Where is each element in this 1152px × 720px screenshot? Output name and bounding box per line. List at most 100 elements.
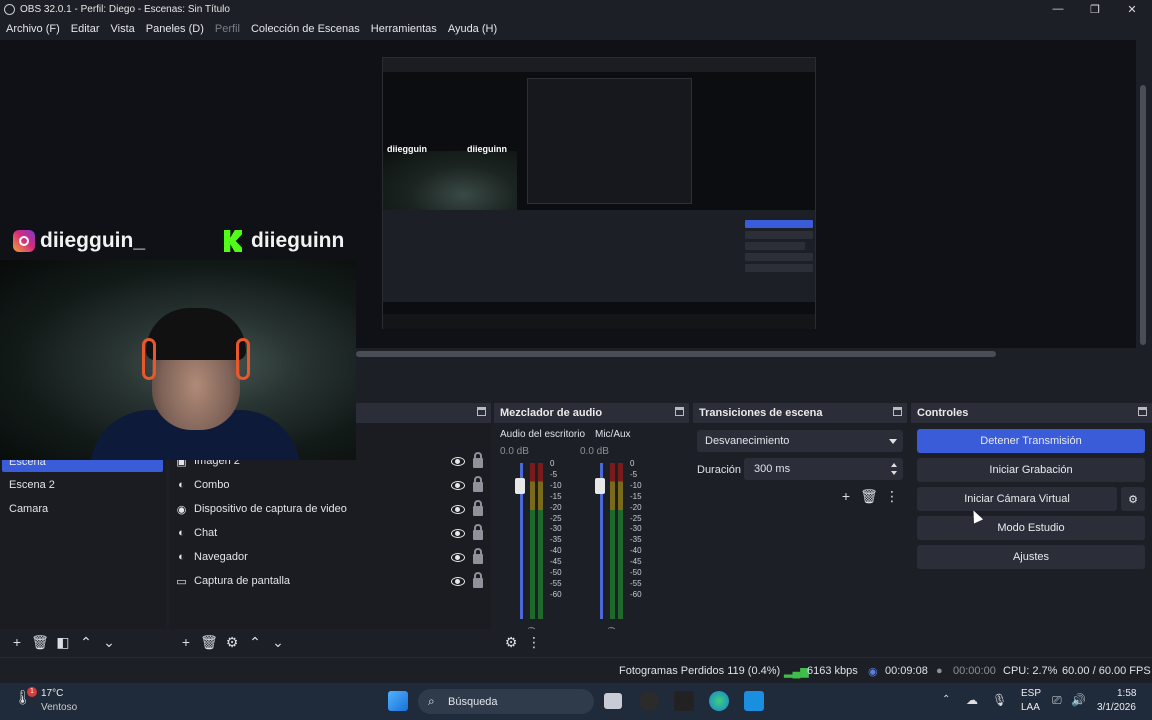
volume-slider-handle[interactable] — [595, 478, 605, 495]
lock-icon[interactable] — [473, 500, 483, 516]
start-virtual-camera-button[interactable]: Iniciar Cámara Virtual — [917, 487, 1117, 511]
add-scene-icon[interactable]: + — [6, 632, 28, 652]
duration-value: 300 ms — [754, 463, 791, 475]
menu-archivo[interactable]: Archivo (F) — [6, 23, 60, 35]
chevron-down-icon[interactable] — [891, 471, 897, 475]
source-item[interactable]: ◉ Dispositivo de captura de video — [175, 498, 487, 520]
mixer-channel-desktop: Audio del escritorio 0.0 dB 0 -5 -10 -15 -20… — [500, 423, 585, 641]
scene-item[interactable]: Escena 2 — [2, 475, 163, 495]
move-up-icon[interactable]: ⌃ — [75, 632, 97, 652]
filter-icon[interactable]: ◧ — [52, 632, 74, 652]
language-bottom[interactable]: LAA — [1021, 702, 1040, 713]
chevron-up-icon[interactable] — [891, 463, 897, 467]
add-transition-icon[interactable]: + — [835, 486, 857, 506]
more-options-icon[interactable]: ⋮ — [523, 632, 545, 652]
search-input[interactable]: ⌕ Búsqueda — [418, 689, 594, 714]
lock-icon[interactable] — [473, 476, 483, 492]
network-icon[interactable]: ⎚ — [1052, 693, 1062, 708]
window-title: OBS 32.0.1 - Perfil: Diego - Escenas: Si… — [20, 3, 230, 15]
duration-input[interactable]: 300 ms — [744, 458, 903, 480]
transitions-title: Transiciones de escena — [699, 407, 823, 419]
stop-stream-button[interactable]: Detener Transmisión — [917, 429, 1145, 453]
dock-icon[interactable] — [675, 407, 684, 416]
db-scale: 0 -5 -10 -15 -20 -25 -30 -35 -40 -45 -50 -55 -60 — [550, 459, 562, 599]
status-bar: Fotogramas Perdidos 119 (0.4%) ▂▄▆ 6163 … — [0, 657, 1152, 683]
visibility-icon[interactable] — [451, 576, 465, 586]
dropped-frames: Fotogramas Perdidos 119 (0.4%) — [619, 665, 781, 677]
clock-date[interactable]: 3/1/2026 — [1097, 702, 1136, 713]
mixer-header: Mezclador de audio — [494, 403, 689, 423]
source-label: Chat — [194, 527, 218, 539]
start-recording-button[interactable]: Iniciar Grabación — [917, 458, 1145, 482]
scroll-thumb[interactable] — [356, 351, 996, 357]
microphone-icon[interactable]: 🎙 — [992, 693, 1007, 707]
source-item[interactable]: ◐ Chat — [175, 522, 487, 544]
edge-icon[interactable] — [709, 691, 729, 711]
menu-ayuda[interactable]: Ayuda (H) — [448, 23, 497, 35]
capture-button-blue — [745, 220, 813, 228]
epic-games-icon[interactable] — [674, 691, 694, 711]
visibility-icon[interactable] — [451, 552, 465, 562]
maximize-button[interactable]: ❐ — [1080, 0, 1110, 18]
source-item[interactable]: ▭ Captura de pantalla — [175, 570, 487, 592]
minimize-button[interactable]: — — [1043, 0, 1073, 18]
move-down-icon[interactable]: ⌄ — [98, 632, 120, 652]
task-view-icon[interactable] — [604, 693, 622, 709]
onedrive-icon[interactable]: ☁ — [966, 693, 978, 707]
app-icon[interactable] — [744, 691, 764, 711]
remove-transition-icon[interactable]: 🗑 — [858, 486, 880, 506]
weather-temp[interactable]: 17°C — [41, 688, 63, 699]
windows-taskbar: 🌡 1 17°C Ventoso ⌕ Búsqueda ⌃ ☁ 🎙 ESP LA… — [0, 683, 1152, 720]
language-top[interactable]: ESP — [1021, 688, 1041, 699]
audio-mixer-panel: Mezclador de audio Audio del escritorio … — [494, 403, 689, 655]
lock-icon[interactable] — [473, 524, 483, 540]
chevron-up-icon[interactable]: ⌃ — [942, 694, 950, 705]
remove-scene-icon[interactable]: 🗑 — [29, 632, 51, 652]
controls-panel: Controles Detener Transmisión Iniciar Gr… — [911, 403, 1152, 655]
remove-source-icon[interactable]: 🗑 — [198, 632, 220, 652]
source-item[interactable]: ◐ Navegador — [175, 546, 487, 568]
scene-item[interactable]: Camara — [2, 499, 163, 519]
menu-editar[interactable]: Editar — [71, 23, 100, 35]
monitor-icon: ▭ — [176, 575, 187, 588]
transition-select[interactable]: Desvanecimiento — [697, 430, 903, 452]
dock-icon[interactable] — [477, 407, 486, 416]
menu-paneles[interactable]: Paneles (D) — [146, 23, 204, 35]
weather-desc[interactable]: Ventoso — [41, 702, 77, 713]
clock-time[interactable]: 1:58 — [1117, 688, 1136, 699]
dock-icon[interactable] — [1138, 407, 1147, 416]
visibility-icon[interactable] — [451, 480, 465, 490]
menu-vista[interactable]: Vista — [111, 23, 135, 35]
menu-coleccion[interactable]: Colección de Escenas — [251, 23, 360, 35]
obs-taskbar-icon[interactable] — [639, 691, 659, 711]
kick-overlay: diieguinn — [224, 229, 344, 253]
transitions-header: Transiciones de escena — [693, 403, 907, 423]
lock-icon[interactable] — [473, 572, 483, 588]
move-up-icon[interactable]: ⌃ — [244, 632, 266, 652]
advanced-audio-gear-icon[interactable]: ⚙ — [500, 632, 522, 652]
more-options-icon[interactable]: ⋮ — [881, 486, 903, 506]
source-item[interactable]: ◐ Combo — [175, 474, 487, 496]
windows-start-icon[interactable] — [388, 691, 408, 711]
add-source-icon[interactable]: + — [175, 632, 197, 652]
menu-herramientas[interactable]: Herramientas — [371, 23, 437, 35]
preview-horizontal-scrollbar[interactable] — [356, 348, 1152, 360]
visibility-icon[interactable] — [451, 528, 465, 538]
visibility-icon[interactable] — [451, 504, 465, 514]
close-button[interactable]: ✕ — [1117, 0, 1147, 18]
virtual-camera-gear-icon[interactable]: ⚙ — [1121, 487, 1145, 511]
studio-mode-button[interactable]: Modo Estudio — [917, 516, 1145, 540]
dock-icon[interactable] — [893, 407, 902, 416]
preview-vertical-scrollbar[interactable] — [1138, 40, 1152, 348]
lock-icon[interactable] — [473, 452, 483, 468]
menu-perfil[interactable]: Perfil — [215, 23, 240, 35]
scroll-thumb[interactable] — [1140, 85, 1146, 345]
volume-icon[interactable]: 🔊 — [1071, 693, 1086, 707]
capture-nested-preview — [527, 78, 692, 204]
gear-icon[interactable]: ⚙ — [221, 632, 243, 652]
volume-slider-handle[interactable] — [515, 478, 525, 495]
visibility-icon[interactable] — [451, 456, 465, 466]
move-down-icon[interactable]: ⌄ — [267, 632, 289, 652]
settings-button[interactable]: Ajustes — [917, 545, 1145, 569]
lock-icon[interactable] — [473, 548, 483, 564]
